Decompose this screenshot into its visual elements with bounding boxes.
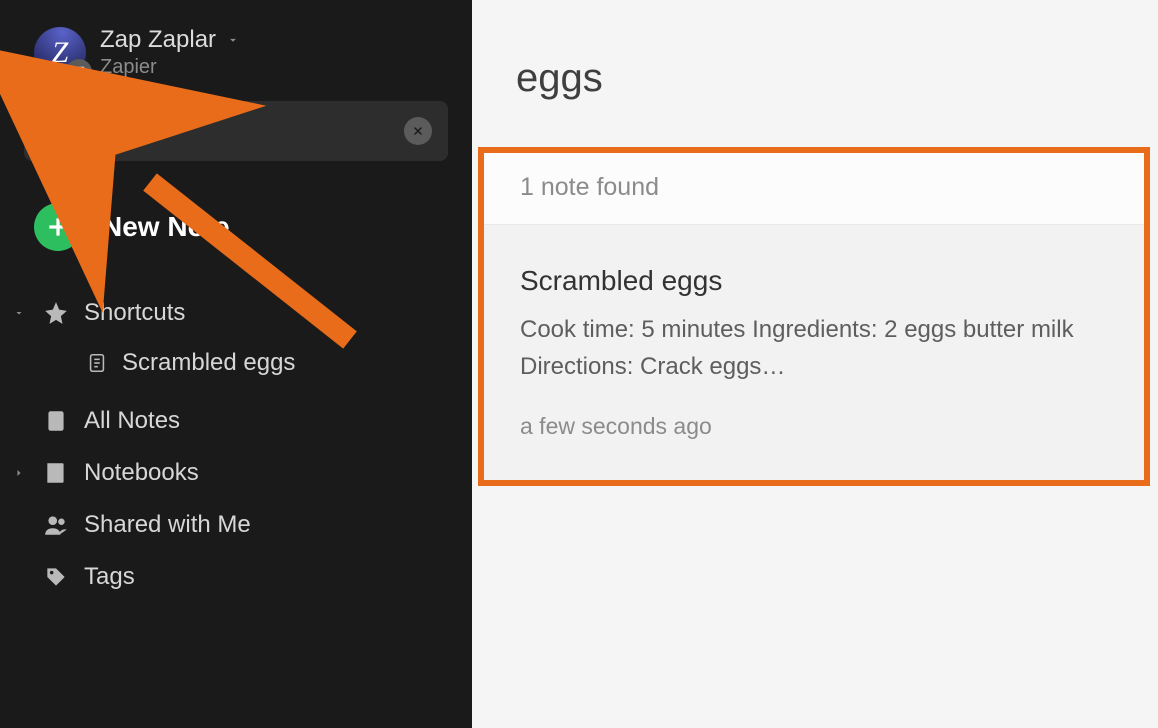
close-icon [412,125,424,137]
result-timestamp: a few seconds ago [520,413,1108,440]
nav-label: Shortcuts [84,299,185,327]
clear-search-button[interactable] [404,117,432,145]
avatar: Z [34,27,86,79]
nav-tags[interactable]: Tags [0,551,472,603]
search-input[interactable] [40,116,404,147]
nav-shared[interactable]: Shared with Me [0,499,472,551]
note-icon [86,352,108,374]
org-badge-icon [66,59,92,85]
sidebar: Z Zap Zaplar Zapier New Note [0,0,472,728]
nav-all-notes[interactable]: All Notes [0,395,472,447]
nav-label: All Notes [84,407,180,435]
chevron-down-icon[interactable] [10,307,28,319]
notes-icon [42,408,70,434]
star-icon [42,300,70,326]
account-org: Zapier [100,56,240,79]
nav-label: Shared with Me [84,511,251,539]
nav-shortcuts[interactable]: Shortcuts [0,287,472,339]
new-note-label: New Note [102,211,230,243]
chevron-down-icon [226,33,240,47]
nav-notebooks[interactable]: Notebooks [0,447,472,499]
shortcut-item[interactable]: Scrambled eggs [0,339,472,395]
plus-icon [34,203,82,251]
result-snippet: Cook time: 5 minutes Ingredients: 2 eggs… [520,311,1100,385]
avatar-initial: Z [52,36,69,70]
notebook-icon [42,460,70,486]
account-name: Zap Zaplar [100,26,216,54]
search-field[interactable] [24,101,448,161]
text-cursor [102,115,104,147]
search-query-title: eggs [472,0,1158,147]
sidebar-nav: Shortcuts Scrambled eggs All Notes Noteb… [0,281,472,609]
shortcut-label: Scrambled eggs [122,349,295,377]
people-icon [42,512,70,538]
result-title: Scrambled eggs [520,265,1108,297]
nav-label: Notebooks [84,459,199,487]
chevron-right-icon[interactable] [10,467,28,479]
result-item[interactable]: Scrambled eggs Cook time: 5 minutes Ingr… [484,225,1144,480]
results-highlight-box: 1 note found Scrambled eggs Cook time: 5… [478,147,1150,486]
account-switcher[interactable]: Z Zap Zaplar Zapier [0,20,472,101]
nav-label: Tags [84,563,135,591]
main-panel: eggs 1 note found Scrambled eggs Cook ti… [472,0,1158,728]
new-note-button[interactable]: New Note [0,161,472,281]
tag-icon [42,564,70,590]
results-count: 1 note found [484,153,1144,225]
